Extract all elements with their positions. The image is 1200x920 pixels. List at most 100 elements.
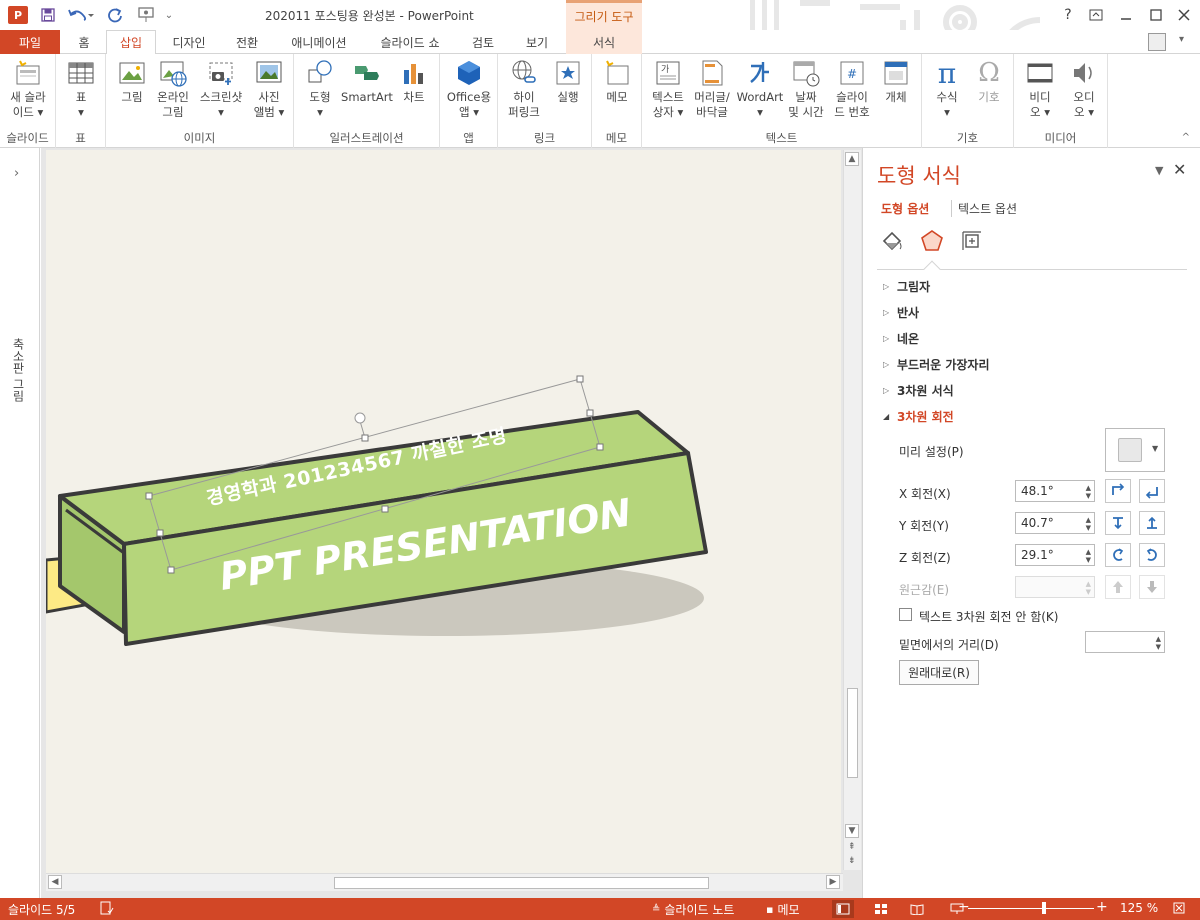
- section-glow[interactable]: ▷ 네온: [883, 330, 919, 347]
- z-rotation-spinner[interactable]: 29.1° ▲ ▼: [1015, 544, 1095, 566]
- previous-slide-icon[interactable]: ⇞: [848, 842, 856, 852]
- rotate-up-button[interactable]: [1105, 511, 1131, 535]
- x-rotation-spinner[interactable]: 48.1° ▲ ▼: [1015, 480, 1095, 502]
- object-button[interactable]: 개체: [876, 58, 916, 105]
- zoom-out-icon[interactable]: −: [958, 899, 970, 915]
- smartart-button[interactable]: SmartArt: [340, 58, 394, 105]
- section-shadow[interactable]: ▷ 그림자: [883, 278, 930, 295]
- hyperlink-button[interactable]: 하이 퍼링크: [502, 58, 546, 120]
- next-slide-icon[interactable]: ⇟: [848, 856, 856, 866]
- tab-transitions[interactable]: 전환: [222, 30, 272, 54]
- photo-album-button[interactable]: 사진 앨범 ▾: [248, 58, 290, 120]
- close-pane-icon[interactable]: ✕: [1173, 160, 1186, 179]
- help-icon[interactable]: ?: [1056, 4, 1080, 26]
- tab-file[interactable]: 파일: [0, 30, 60, 54]
- action-button[interactable]: 실행: [548, 58, 588, 105]
- keep-text-flat-checkbox[interactable]: [899, 608, 912, 621]
- tab-insert[interactable]: 삽입: [106, 30, 156, 55]
- audio-button[interactable]: 오디 오 ▾: [1064, 58, 1104, 120]
- section-3d-rotation[interactable]: ◢ 3차원 회전: [883, 408, 954, 425]
- slide-number-button[interactable]: # 슬라이 드 번호: [830, 58, 874, 120]
- spell-check-icon[interactable]: [100, 901, 114, 915]
- reading-view-button[interactable]: [906, 900, 928, 918]
- fit-slide-icon[interactable]: [1172, 901, 1186, 915]
- collapse-ribbon-icon[interactable]: ^: [1182, 132, 1190, 143]
- thumbnail-pane-label[interactable]: 축소판 그림: [10, 338, 27, 402]
- section-3d-format[interactable]: ▷ 3차원 서식: [883, 382, 954, 399]
- horizontal-scroll-thumb[interactable]: [334, 877, 709, 889]
- zoom-slider-knob[interactable]: [1042, 902, 1046, 914]
- tab-shape-options[interactable]: 도형 옵션: [881, 200, 929, 217]
- video-button[interactable]: 비디 오 ▾: [1020, 58, 1060, 120]
- user-avatar-icon[interactable]: [1148, 33, 1166, 51]
- text-box-button[interactable]: 가 텍스트 상자 ▾: [646, 58, 690, 120]
- minimize-icon[interactable]: [1114, 4, 1138, 26]
- zoom-level[interactable]: 125 %: [1120, 901, 1158, 915]
- normal-view-button[interactable]: [832, 900, 854, 918]
- start-slideshow-icon[interactable]: [134, 5, 160, 25]
- scroll-up-icon[interactable]: ▲: [845, 152, 859, 166]
- spin-up-icon[interactable]: ▲: [1086, 548, 1091, 556]
- section-soft-edges[interactable]: ▷ 부드러운 가장자리: [883, 356, 990, 373]
- spin-down-icon[interactable]: ▼: [1086, 524, 1091, 532]
- tab-design[interactable]: 디자인: [160, 30, 218, 54]
- chart-button[interactable]: 차트: [396, 58, 432, 105]
- rotate-clockwise-button[interactable]: [1139, 543, 1165, 567]
- narrow-perspective-button[interactable]: [1105, 575, 1131, 599]
- date-time-button[interactable]: 날짜 및 시간: [784, 58, 828, 120]
- distance-from-ground-spinner[interactable]: ▲ ▼: [1085, 631, 1165, 653]
- scroll-down-icon[interactable]: ▼: [845, 824, 859, 838]
- maximize-icon[interactable]: [1144, 4, 1168, 26]
- y-rotation-spinner[interactable]: 40.7° ▲ ▼: [1015, 512, 1095, 534]
- horizontal-scrollbar[interactable]: ◀ ▶: [46, 873, 843, 891]
- rotate-left-button[interactable]: [1105, 479, 1131, 503]
- rotate-counterclockwise-button[interactable]: [1105, 543, 1131, 567]
- tab-review[interactable]: 검토: [458, 30, 508, 54]
- size-properties-icon[interactable]: [959, 228, 985, 254]
- new-slide-button[interactable]: 새 슬라 이드 ▾: [4, 58, 52, 120]
- presets-dropdown[interactable]: ▼: [1105, 428, 1165, 472]
- zoom-in-icon[interactable]: +: [1096, 899, 1108, 915]
- redo-icon[interactable]: [104, 5, 126, 25]
- table-button[interactable]: 표 ▾: [62, 58, 100, 120]
- online-picture-button[interactable]: 온라인 그림: [152, 58, 194, 120]
- vertical-scroll-thumb[interactable]: [847, 688, 858, 778]
- ribbon-display-options-icon[interactable]: [1084, 4, 1108, 26]
- spin-up-icon[interactable]: ▲: [1086, 516, 1091, 524]
- reset-button[interactable]: 원래대로(R): [899, 660, 979, 685]
- screenshot-button[interactable]: 스크린샷 ▾: [196, 58, 246, 120]
- tab-animations[interactable]: 애니메이션: [276, 30, 362, 54]
- spin-down-icon[interactable]: ▼: [1086, 492, 1091, 500]
- close-window-icon[interactable]: [1172, 4, 1196, 26]
- tab-view[interactable]: 보기: [512, 30, 562, 54]
- rotate-right-button[interactable]: [1139, 479, 1165, 503]
- customize-quick-access-icon[interactable]: ⌄: [162, 5, 176, 25]
- section-reflection[interactable]: ▷ 반사: [883, 304, 919, 321]
- scroll-left-icon[interactable]: ◀: [48, 875, 62, 889]
- picture-button[interactable]: 그림: [114, 58, 150, 105]
- tab-format[interactable]: 서식: [566, 30, 642, 54]
- comment-button[interactable]: 메모: [598, 58, 636, 105]
- spin-down-icon[interactable]: ▼: [1156, 643, 1161, 651]
- spin-up-icon[interactable]: ▲: [1086, 484, 1091, 492]
- save-icon[interactable]: [38, 5, 58, 25]
- perspective-spinner[interactable]: ▲ ▼: [1015, 576, 1095, 598]
- tab-text-options[interactable]: 텍스트 옵션: [951, 200, 1017, 217]
- expand-thumbnails-icon[interactable]: ›: [14, 166, 19, 181]
- slide-sorter-button[interactable]: [870, 900, 892, 918]
- wordart-button[interactable]: WordArt ▾: [736, 58, 784, 120]
- notes-button[interactable]: ≜ 슬라이드 노트: [652, 901, 734, 918]
- effects-icon[interactable]: [919, 228, 945, 254]
- pane-options-dropdown-icon[interactable]: ▼: [1155, 164, 1163, 177]
- undo-icon[interactable]: [66, 5, 96, 25]
- vertical-scrollbar[interactable]: ▲ ▼ ⇞ ⇟: [843, 150, 861, 870]
- scroll-right-icon[interactable]: ▶: [826, 875, 840, 889]
- spin-up-icon[interactable]: ▲: [1156, 635, 1161, 643]
- zoom-slider-track[interactable]: [968, 908, 1094, 909]
- tab-slideshow[interactable]: 슬라이드 쇼: [366, 30, 454, 54]
- tab-home[interactable]: 홈: [64, 30, 104, 54]
- slide-canvas[interactable]: 경영학과 201234567 까칠한 조명 PPT PRESENTATION: [46, 150, 841, 875]
- rotate-down-button[interactable]: [1139, 511, 1165, 535]
- account-dropdown-icon[interactable]: ▾: [1179, 34, 1184, 45]
- symbol-button[interactable]: Ω 기호: [970, 58, 1008, 105]
